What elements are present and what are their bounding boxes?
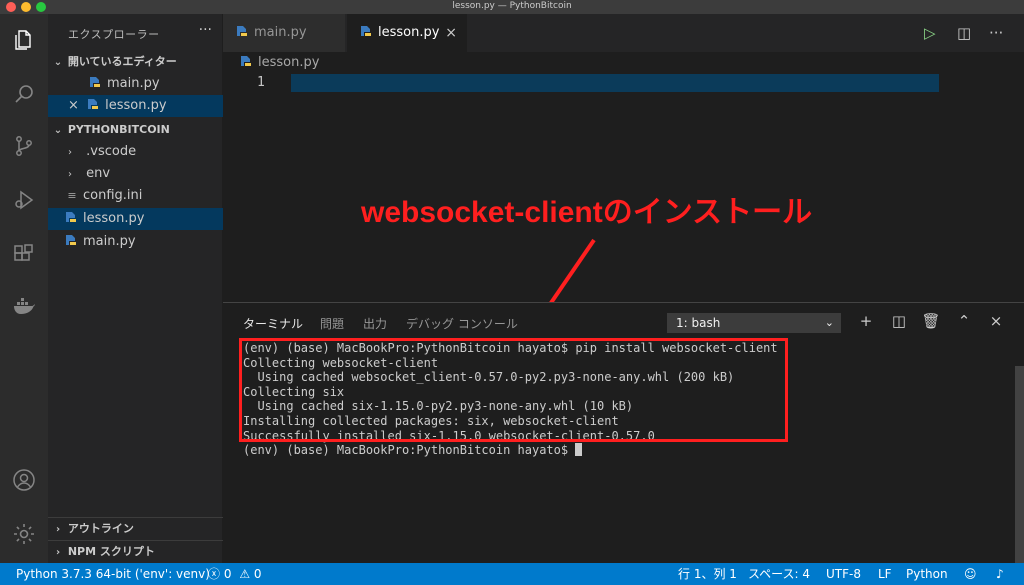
chevron-right-icon: › xyxy=(55,547,61,558)
window-title: lesson.py — PythonBitcoin xyxy=(452,1,572,11)
file-config[interactable]: ≡ config.ini xyxy=(48,185,223,207)
breadcrumb-file: lesson.py xyxy=(258,55,320,70)
npm-scripts-label: NPM スクリプト xyxy=(67,545,155,558)
tab-label: main.py xyxy=(254,25,307,40)
terminal-select[interactable]: 1: bash ⌄ xyxy=(667,313,841,333)
chevron-down-icon: ⌄ xyxy=(53,57,63,68)
file-main[interactable]: main.py xyxy=(48,231,223,253)
close-icon[interactable]: × xyxy=(445,14,457,52)
split-editor-icon[interactable]: ◫ xyxy=(957,24,971,42)
python-file-icon xyxy=(235,15,249,36)
python-file-icon xyxy=(86,96,100,109)
terminal-scrollbar[interactable] xyxy=(1015,366,1024,563)
indentation[interactable]: スペース: 4 xyxy=(748,563,810,585)
python-file-icon xyxy=(88,74,102,87)
encoding[interactable]: UTF-8 xyxy=(826,563,861,585)
chevron-right-icon: › xyxy=(68,169,72,180)
open-editor-lesson[interactable]: × lesson.py xyxy=(48,95,223,117)
open-editor-main[interactable]: main.py xyxy=(48,73,223,95)
tab-problems[interactable]: 問題 xyxy=(320,315,344,332)
new-terminal-icon[interactable]: + xyxy=(856,312,876,330)
extensions-icon[interactable] xyxy=(12,242,36,266)
settings-gear-icon[interactable] xyxy=(12,522,36,546)
open-editors-section[interactable]: ⌄ 開いているエディター xyxy=(48,51,223,73)
line-number: 1 xyxy=(257,75,265,90)
activity-bar xyxy=(0,14,48,563)
folder-vscode[interactable]: › .vscode xyxy=(48,141,223,163)
title-bar: lesson.py — PythonBitcoin xyxy=(0,0,1024,14)
tab-output[interactable]: 出力 xyxy=(363,315,387,332)
editor-tab-bar: main.py lesson.py × ▷ ◫ ··· xyxy=(223,14,1024,52)
warning-icon: ⚠ xyxy=(239,567,251,581)
project-section[interactable]: ⌄ PYTHONBITCOIN xyxy=(48,119,223,141)
run-icon[interactable]: ▷ xyxy=(924,24,936,42)
explorer-sidebar: エクスプローラー ··· ⌄ 開いているエディター main.py × less… xyxy=(48,14,223,563)
warning-count: 0 xyxy=(253,567,262,581)
folder-label: env xyxy=(86,166,111,181)
close-icon[interactable]: × xyxy=(68,95,82,117)
debug-icon[interactable] xyxy=(12,188,36,212)
more-actions-icon[interactable]: ··· xyxy=(989,24,1003,42)
maximize-panel-icon[interactable]: ⌃ xyxy=(954,312,974,330)
open-editors-label: 開いているエディター xyxy=(67,55,177,68)
feedback-icon[interactable]: ☺ xyxy=(964,563,977,585)
trash-icon[interactable]: 🗑 xyxy=(921,312,941,330)
status-bar: Python 3.7.3 64-bit ('env': venv) ⓧ 0 ⚠ … xyxy=(0,563,1024,585)
notifications-bell-icon[interactable]: ♪ xyxy=(996,563,1004,585)
account-icon[interactable] xyxy=(12,468,36,492)
terminal-prompt: (env) (base) MacBookPro:PythonBitcoin ha… xyxy=(243,443,576,458)
outline-section[interactable]: › アウトライン xyxy=(48,517,223,539)
open-editor-label: main.py xyxy=(107,76,160,91)
search-icon[interactable] xyxy=(12,82,36,106)
file-lesson[interactable]: lesson.py xyxy=(48,208,223,230)
tab-main[interactable]: main.py xyxy=(223,14,345,52)
current-line-highlight xyxy=(291,74,939,92)
explorer-icon[interactable] xyxy=(12,28,36,52)
npm-scripts-section[interactable]: › NPM スクリプト xyxy=(48,540,223,562)
error-count: 0 xyxy=(223,567,232,581)
file-label: main.py xyxy=(83,234,136,249)
language-mode[interactable]: Python xyxy=(906,563,948,585)
docker-icon[interactable] xyxy=(12,294,36,318)
python-interpreter[interactable]: Python 3.7.3 64-bit ('env': venv) xyxy=(16,563,210,585)
python-file-icon xyxy=(64,209,78,222)
annotation-highlight-box xyxy=(239,338,788,442)
project-label: PYTHONBITCOIN xyxy=(67,123,170,136)
file-label: lesson.py xyxy=(83,211,145,226)
python-file-icon xyxy=(359,15,373,36)
explorer-title: エクスプローラー xyxy=(68,28,160,41)
close-panel-icon[interactable]: × xyxy=(986,312,1006,330)
folder-env[interactable]: › env xyxy=(48,163,223,185)
more-actions-icon[interactable]: ··· xyxy=(199,22,212,38)
chevron-right-icon: › xyxy=(55,524,61,535)
source-control-icon[interactable] xyxy=(12,134,36,158)
folder-label: .vscode xyxy=(86,144,137,159)
outline-label: アウトライン xyxy=(67,522,134,535)
file-label: config.ini xyxy=(83,188,143,203)
chevron-down-icon: ⌄ xyxy=(53,125,63,136)
cursor-position[interactable]: 行 1、列 1 xyxy=(678,563,737,585)
tab-terminal[interactable]: ターミナル xyxy=(243,315,304,339)
chevron-down-icon: ⌄ xyxy=(824,316,834,329)
annotation-text: websocket-clientのインストール xyxy=(361,196,813,229)
split-terminal-icon[interactable]: ◫ xyxy=(889,312,909,330)
tab-lesson[interactable]: lesson.py × xyxy=(347,14,467,52)
settings-file-icon: ≡ xyxy=(67,189,77,202)
line-ending[interactable]: LF xyxy=(878,563,892,585)
terminal-cursor xyxy=(575,443,583,457)
open-editor-label: lesson.py xyxy=(105,98,167,113)
terminal-select-value: 1: bash xyxy=(676,316,721,330)
error-icon: ⓧ xyxy=(208,567,221,581)
tab-label: lesson.py xyxy=(378,25,440,40)
breadcrumb[interactable]: lesson.py xyxy=(223,52,1024,74)
tab-debug-console[interactable]: デバッグ コンソール xyxy=(406,315,518,332)
python-file-icon xyxy=(64,232,78,245)
python-file-icon xyxy=(239,53,253,66)
chevron-right-icon: › xyxy=(68,147,72,158)
problems-indicator[interactable]: ⓧ 0 ⚠ 0 xyxy=(208,563,262,585)
